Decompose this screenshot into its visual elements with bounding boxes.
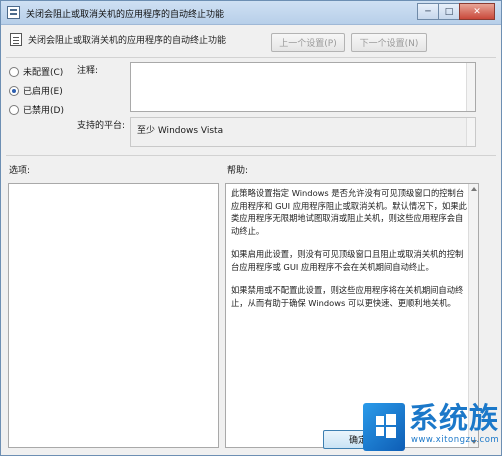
options-panel [8, 183, 219, 448]
radio-button[interactable] [9, 66, 19, 77]
next-setting-button[interactable]: 下一个设置(N) [351, 33, 427, 52]
header-row: 关闭会阻止或取消关机的应用程序的自动终止功能 上一个设置(P) 下一个设置(N) [1, 26, 501, 60]
watermark-site: www.xitongzu.com [411, 435, 500, 445]
maximize-button[interactable]: □ [438, 3, 460, 20]
close-button[interactable]: ✕ [459, 3, 495, 20]
header-divider [6, 57, 496, 58]
radio-disabled[interactable]: 已禁用(D) [9, 103, 64, 116]
title-bar[interactable]: 关闭会阻止或取消关机的应用程序的自动终止功能 ─ □ ✕ [1, 1, 501, 25]
settings-document-icon [10, 33, 22, 46]
comment-scrollbar[interactable] [466, 63, 475, 111]
policy-icon [7, 6, 20, 19]
radio-button-selected[interactable] [9, 85, 19, 96]
comment-textarea[interactable] [130, 62, 476, 112]
options-label: 选项: [9, 166, 31, 176]
minimize-button[interactable]: ─ [417, 3, 439, 20]
help-paragraph: 如果禁用或不配置此设置，则这些应用程序将在关机期间自动终止，从而有助于确保 Wi… [231, 285, 464, 308]
section-divider [6, 155, 496, 156]
help-text: 此策略设置指定 Windows 是否允许没有可见顶级窗口的控制台应用程序和 GU… [231, 187, 469, 320]
help-label: 帮助: [227, 166, 249, 176]
help-paragraph: 如果启用此设置，则没有可见顶级窗口且阻止或取消关机的控制台应用程序或 GUI 应… [231, 249, 464, 272]
previous-setting-button[interactable]: 上一个设置(P) [271, 33, 345, 52]
window-title: 关闭会阻止或取消关机的应用程序的自动终止功能 [26, 10, 225, 20]
radio-not-configured[interactable]: 未配置(C) [9, 65, 63, 78]
policy-title: 关闭会阻止或取消关机的应用程序的自动终止功能 [28, 36, 227, 46]
windows-logo-icon [363, 403, 405, 451]
platform-scrollbar[interactable] [466, 118, 475, 146]
watermark: 系统族 www.xitongzu.com [363, 399, 502, 456]
platform-box: 至少 Windows Vista [130, 117, 476, 147]
help-paragraph: 此策略设置指定 Windows 是否允许没有可见顶级窗口的控制台应用程序和 GU… [231, 188, 467, 236]
comment-label: 注释: [77, 66, 99, 76]
radio-label: 未配置(C) [23, 68, 64, 78]
radio-button[interactable] [9, 104, 19, 115]
policy-editor-window: 关闭会阻止或取消关机的应用程序的自动终止功能 ─ □ ✕ 关闭会阻止或取消关机的… [0, 0, 502, 456]
radio-label: 已禁用(D) [23, 106, 64, 116]
watermark-brand: 系统族 [409, 401, 500, 435]
window-controls: ─ □ ✕ [417, 3, 495, 21]
radio-label: 已启用(E) [23, 87, 63, 97]
platform-value: 至少 Windows Vista [137, 126, 224, 136]
platform-label: 支持的平台: [77, 121, 126, 131]
radio-enabled[interactable]: 已启用(E) [9, 84, 63, 97]
